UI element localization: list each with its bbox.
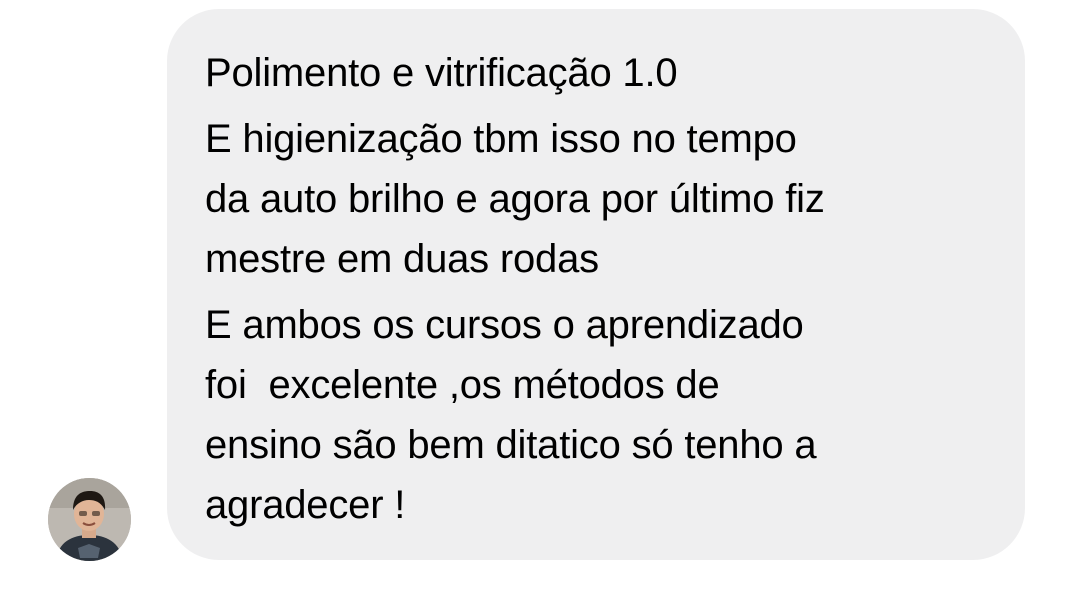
message-line: E higienização tbm isso no tempo	[205, 117, 797, 161]
sender-avatar[interactable]	[48, 478, 131, 561]
message-line: E ambos os cursos o aprendizado	[205, 303, 804, 347]
message-line: agradecer !	[205, 483, 406, 527]
message-paragraph: Polimento e vitrificação 1.0	[205, 43, 995, 103]
message-line: foi excelente ,os métodos de	[205, 363, 720, 407]
message-line: da auto brilho e agora por último fiz	[205, 177, 825, 221]
message-line: mestre em duas rodas	[205, 237, 599, 281]
message-paragraph: E higienização tbm isso no tempo da auto…	[205, 109, 995, 289]
message-bubble[interactable]: Polimento e vitrificação 1.0 E higieniza…	[167, 9, 1025, 560]
message-line: ensino são bem ditatico só tenho a	[205, 423, 817, 467]
message-line: Polimento e vitrificação 1.0	[205, 51, 678, 95]
message-paragraph: E ambos os cursos o aprendizado foi exce…	[205, 295, 995, 535]
avatar-photo-icon	[48, 478, 131, 561]
